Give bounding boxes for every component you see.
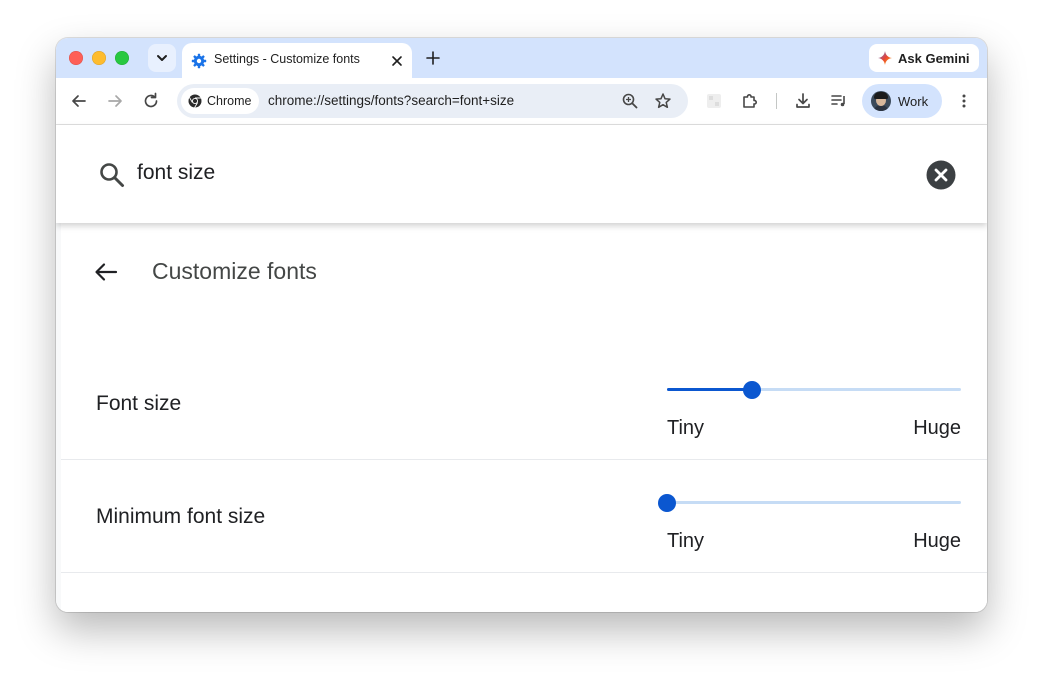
avatar (871, 91, 891, 111)
slider-max-label: Huge (913, 417, 961, 439)
setting-label: Font size (96, 392, 182, 415)
page-title: Customize fonts (152, 258, 317, 284)
puzzle-icon[interactable] (740, 91, 760, 111)
site-chip-label: Chrome (207, 94, 252, 108)
kebab-menu-icon[interactable] (954, 91, 974, 111)
media-queue-icon[interactable] (829, 91, 849, 111)
slider-track (667, 501, 961, 504)
settings-search-bar: font size (56, 125, 987, 223)
settings-card: Customize fonts Font size Tiny Huge Mini… (61, 223, 987, 612)
site-info-chip[interactable]: Chrome (181, 88, 259, 114)
slider-max-label: Huge (913, 530, 961, 552)
slider-min-label: Tiny (667, 530, 705, 552)
toolbar: Chrome chrome://settings/fonts?search=fo… (56, 78, 987, 125)
close-icon[interactable] (389, 53, 405, 69)
address-bar[interactable]: Chrome chrome://settings/fonts?search=fo… (177, 84, 688, 118)
reload-icon[interactable] (141, 91, 161, 111)
tab-search-button[interactable] (148, 44, 176, 72)
profile-label: Work (898, 93, 929, 109)
tab-title: Settings - Customize fonts (214, 52, 360, 66)
window-close-button[interactable] (69, 51, 83, 65)
slider-knob[interactable] (658, 494, 676, 512)
zoom-icon[interactable] (621, 92, 639, 110)
download-icon[interactable] (793, 91, 813, 111)
back-arrow-icon[interactable] (69, 91, 89, 111)
setting-row-minimum-font-size: Minimum font size Tiny Huge (61, 460, 987, 573)
tab-strip: Settings - Customize fonts Ask Gemini (56, 38, 987, 78)
toolbar-separator (776, 93, 777, 109)
font-size-slider[interactable] (667, 380, 961, 400)
setting-label: Minimum font size (96, 505, 266, 528)
slider-knob[interactable] (743, 381, 761, 399)
back-arrow-icon[interactable] (92, 258, 120, 286)
chrome-logo-icon (188, 94, 202, 108)
extension-placeholder-icon[interactable] (704, 91, 724, 111)
settings-content: Customize fonts Font size Tiny Huge Mini… (56, 223, 987, 612)
clear-search-icon[interactable] (926, 160, 956, 190)
ask-gemini-button[interactable]: Ask Gemini (869, 44, 979, 72)
chevron-down-icon (157, 55, 167, 61)
url-text[interactable]: chrome://settings/fonts?search=font+size (268, 93, 514, 108)
gemini-sparkle-icon (878, 51, 892, 65)
slider-fill (667, 388, 752, 391)
minimum-font-size-slider[interactable] (658, 493, 961, 513)
gear-icon (191, 53, 207, 69)
slider-min-label: Tiny (667, 417, 705, 439)
forward-arrow-icon[interactable] (105, 91, 125, 111)
window-maximize-button[interactable] (115, 51, 129, 65)
ask-gemini-label: Ask Gemini (898, 50, 970, 66)
profile-button[interactable]: Work (862, 84, 942, 118)
window-minimize-button[interactable] (92, 51, 106, 65)
plus-icon[interactable] (424, 49, 442, 67)
search-icon (100, 163, 124, 187)
browser-window: Settings - Customize fonts Ask Gemini Ch… (56, 38, 987, 612)
setting-row-font-size: Font size Tiny Huge (61, 343, 987, 460)
star-icon[interactable] (654, 92, 672, 110)
tab-settings[interactable]: Settings - Customize fonts (182, 43, 412, 78)
search-input[interactable]: font size (137, 161, 215, 185)
